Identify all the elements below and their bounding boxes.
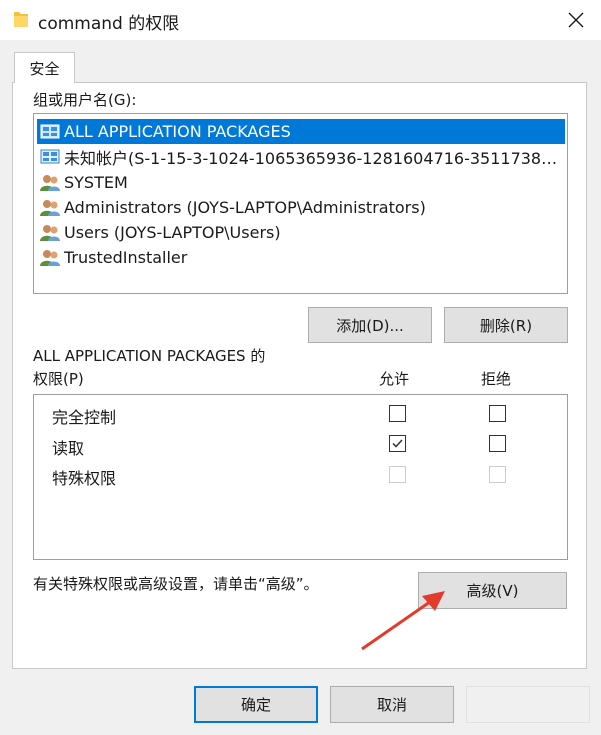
- principals-listbox[interactable]: ALL APPLICATION PACKAGES 未知帐户(S-1-15-3-1…: [33, 113, 568, 294]
- remove-button[interactable]: 删除(R): [444, 307, 568, 343]
- list-item[interactable]: Administrators (JOYS-LAPTOP\Administrato…: [37, 195, 565, 220]
- user-group-icon: [40, 174, 60, 191]
- tab-security[interactable]: 安全: [14, 52, 75, 83]
- advanced-hint: 有关特殊权限或高级设置，请单击“高级”。: [33, 575, 319, 593]
- principal-name: 未知帐户(S-1-15-3-1024-1065365936-1281604716…: [64, 148, 558, 168]
- close-button[interactable]: [561, 5, 591, 35]
- deny-checkbox[interactable]: [489, 435, 506, 452]
- deny-column-header: 拒绝: [481, 370, 512, 388]
- unknown-account-icon: [40, 149, 60, 163]
- permissions-title: ALL APPLICATION PACKAGES 的: [33, 347, 266, 365]
- allow-checkbox[interactable]: [389, 405, 406, 422]
- allow-checkbox[interactable]: [389, 435, 406, 452]
- close-icon: [568, 12, 584, 28]
- add-button[interactable]: 添加(D)...: [308, 307, 432, 343]
- app-package-icon: [40, 124, 60, 138]
- folder-icon: [14, 12, 28, 27]
- apply-button[interactable]: [466, 686, 590, 723]
- permission-name: 读取: [52, 439, 85, 458]
- ok-button[interactable]: 确定: [194, 686, 318, 723]
- user-group-icon: [40, 249, 60, 266]
- principal-name: Administrators (JOYS-LAPTOP\Administrato…: [64, 198, 426, 217]
- checkmark-icon: [392, 439, 403, 448]
- principal-name: SYSTEM: [64, 173, 128, 192]
- deny-checkbox: [489, 466, 506, 483]
- deny-checkbox[interactable]: [489, 405, 506, 422]
- permissions-table: 完全控制 读取 特殊权限: [33, 394, 568, 560]
- list-item[interactable]: 未知帐户(S-1-15-3-1024-1065365936-1281604716…: [37, 144, 565, 169]
- groups-label: 组或用户名(G):: [33, 91, 137, 109]
- permissions-title-line2: 权限(P): [33, 370, 84, 388]
- permission-name: 特殊权限: [52, 469, 117, 488]
- window-title: command 的权限: [38, 14, 180, 34]
- annotation-arrow-icon: [361, 591, 445, 651]
- allow-checkbox: [389, 466, 406, 483]
- principal-name: TrustedInstaller: [64, 248, 188, 267]
- allow-column-header: 允许: [379, 370, 410, 388]
- principal-name: ALL APPLICATION PACKAGES: [64, 122, 291, 141]
- permission-name: 完全控制: [52, 408, 117, 427]
- user-group-icon: [40, 224, 60, 241]
- cancel-button[interactable]: 取消: [330, 686, 454, 723]
- list-item[interactable]: SYSTEM: [37, 170, 565, 195]
- principal-name: Users (JOYS-LAPTOP\Users): [64, 223, 281, 242]
- list-item[interactable]: Users (JOYS-LAPTOP\Users): [37, 220, 565, 245]
- list-item[interactable]: TrustedInstaller: [37, 245, 565, 270]
- user-group-icon: [40, 199, 60, 216]
- list-item[interactable]: ALL APPLICATION PACKAGES: [37, 119, 565, 144]
